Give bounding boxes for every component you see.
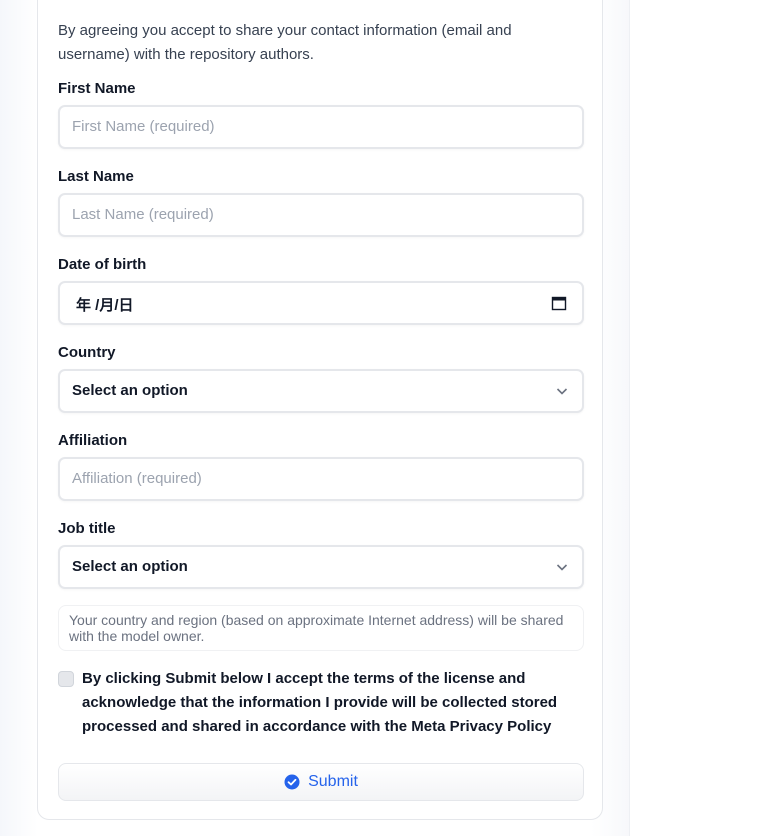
dob-value: 年 /月/日 bbox=[76, 297, 134, 314]
affiliation-field[interactable]: Affiliation (required) bbox=[58, 457, 584, 501]
job-title-selected-value: Select an option bbox=[72, 558, 188, 575]
job-title-select[interactable]: Select an option bbox=[58, 545, 584, 589]
last-name-field[interactable]: Last Name (required) bbox=[58, 193, 584, 237]
chevron-down-icon bbox=[556, 564, 568, 571]
terms-text: By clicking Submit below I accept the te… bbox=[82, 670, 558, 735]
terms-checkbox[interactable] bbox=[58, 671, 74, 687]
affiliation-placeholder: Affiliation (required) bbox=[72, 470, 202, 487]
country-label: Country bbox=[58, 344, 116, 361]
dob-label: Date of birth bbox=[58, 256, 147, 273]
affiliation-label: Affiliation bbox=[58, 432, 128, 449]
country-selected-value: Select an option bbox=[72, 382, 188, 399]
submit-button[interactable]: Submit bbox=[58, 763, 584, 801]
last-name-placeholder: Last Name (required) bbox=[72, 206, 214, 223]
intro-text: By agreeing you accept to share your con… bbox=[58, 22, 512, 63]
first-name-label: First Name bbox=[58, 80, 136, 97]
last-name-label: Last Name bbox=[58, 168, 134, 185]
first-name-placeholder: First Name (required) bbox=[72, 118, 215, 135]
chevron-down-icon bbox=[556, 388, 568, 395]
check-circle-icon bbox=[284, 774, 300, 790]
location-notice: Your country and region (based on approx… bbox=[58, 605, 584, 651]
job-title-label: Job title bbox=[58, 520, 116, 537]
country-select[interactable]: Select an option bbox=[58, 369, 584, 413]
calendar-icon[interactable] bbox=[551, 295, 567, 311]
submit-label: Submit bbox=[308, 773, 358, 790]
first-name-field[interactable]: First Name (required) bbox=[58, 105, 584, 149]
dob-field[interactable]: 年 /月/日 bbox=[58, 281, 584, 325]
